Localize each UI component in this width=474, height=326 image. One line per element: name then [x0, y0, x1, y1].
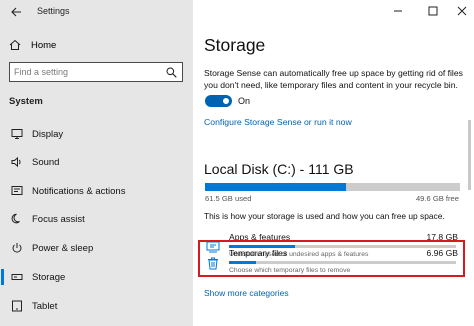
disk-usage-fill: [205, 183, 347, 191]
configure-storage-sense-link[interactable]: Configure Storage Sense or run it now: [204, 117, 352, 127]
disk-title: Local Disk (C:) - 111 GB: [204, 161, 354, 177]
sidebar: Settings Home System Display Sound Notif…: [0, 0, 193, 326]
sound-icon: [11, 156, 21, 168]
sidebar-item-label: Notifications & actions: [32, 185, 126, 197]
sidebar-item-storage[interactable]: Storage: [0, 266, 193, 288]
disk-used: 61.5 GB used: [205, 194, 252, 203]
notifications-icon: [11, 186, 23, 195]
disk-free: 49.6 GB free: [415, 194, 459, 203]
sidebar-item-display[interactable]: Display: [0, 123, 193, 145]
sidebar-item-notifications[interactable]: Notifications & actions: [0, 180, 193, 202]
toggle-knob: [223, 98, 229, 104]
maximize-icon[interactable]: [426, 4, 440, 18]
storage-usage-description: This is how your storage is used and how…: [204, 211, 445, 221]
show-more-categories-link[interactable]: Show more categories: [204, 288, 289, 298]
sidebar-item-label: Tablet: [32, 300, 58, 312]
search-box[interactable]: [9, 62, 183, 82]
minimize-icon[interactable]: [391, 4, 405, 18]
home-label: Home: [31, 39, 57, 51]
storage-icon: [11, 274, 23, 280]
display-icon: [11, 129, 23, 139]
sidebar-item-label: Storage: [32, 271, 66, 283]
window-title: Settings: [37, 6, 70, 16]
sidebar-item-label: Sound: [32, 156, 60, 168]
search-input[interactable]: [14, 66, 159, 78]
temporary-files-highlight-box: [198, 240, 465, 277]
toggle-label: On: [238, 96, 251, 106]
storage-sense-description: Storage Sense can automatically free up …: [204, 68, 463, 90]
storage-sense-toggle[interactable]: [205, 95, 232, 107]
sidebar-item-label: Focus assist: [32, 213, 85, 225]
tablet-icon: [12, 300, 22, 312]
sidebar-item-label: Power & sleep: [32, 242, 94, 254]
home-nav[interactable]: Home: [9, 38, 56, 52]
sidebar-item-focus-assist[interactable]: Focus assist: [0, 208, 193, 230]
main-content: Storage Storage Sense can automatically …: [193, 0, 474, 326]
power-icon: [12, 243, 22, 253]
focus-assist-icon: [11, 213, 20, 224]
sidebar-item-tablet[interactable]: Tablet: [0, 295, 193, 317]
sidebar-item-label: Display: [32, 128, 64, 140]
page-title: Storage: [204, 35, 266, 55]
close-icon[interactable]: [455, 4, 469, 18]
search-icon[interactable]: [166, 67, 177, 78]
disk-usage-bar: [205, 183, 460, 191]
section-label-system: System: [9, 96, 43, 107]
back-arrow-icon[interactable]: [10, 6, 22, 18]
sidebar-item-sound[interactable]: Sound: [0, 151, 193, 173]
home-icon: [9, 39, 21, 50]
scrollbar[interactable]: [468, 120, 471, 190]
active-indicator: [1, 269, 4, 285]
sidebar-item-power-sleep[interactable]: Power & sleep: [0, 237, 193, 259]
